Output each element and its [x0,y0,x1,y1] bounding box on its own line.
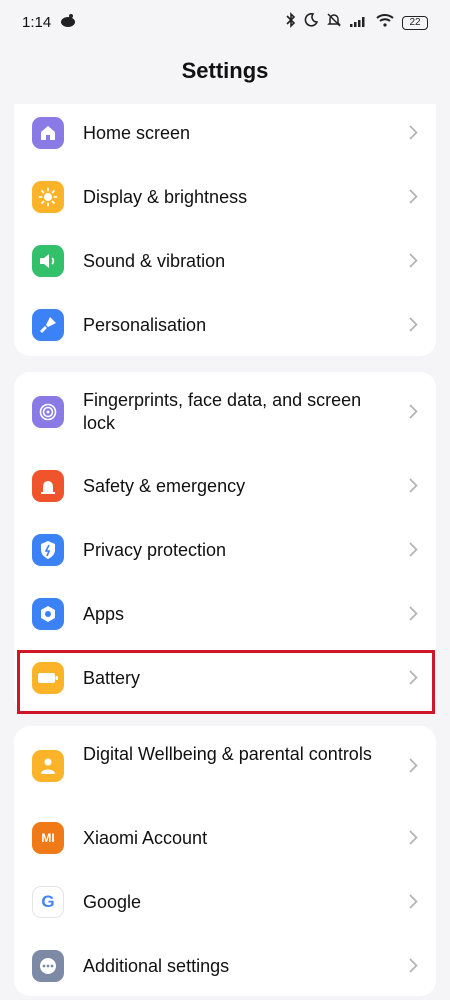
wifi-icon [376,13,394,32]
battery-level-indicator: 22 [402,15,428,30]
settings-item-safety-emergency[interactable]: Safety & emergency [14,470,436,502]
settings-item-label: Display & brightness [83,187,248,207]
chevron-right-icon [409,253,418,273]
chevron-right-icon [409,478,418,498]
status-time: 1:14 [22,14,52,31]
chevron-right-icon [409,830,418,850]
settings-item-fingerprints-face-lock[interactable]: Fingerprints, face data, and screen lock [14,390,436,433]
speaker-icon [32,245,64,277]
page-title: Settings [181,58,269,83]
moon-icon [304,13,319,32]
signal-icon [350,14,368,32]
bluetooth-icon [286,12,296,33]
settings-item-privacy-protection[interactable]: Privacy protection [14,534,436,566]
google-g-icon: G [32,886,64,918]
chevron-right-icon [409,125,418,145]
settings-item-apps[interactable]: Apps [14,598,436,630]
shield-icon [32,534,64,566]
settings-item-home-screen[interactable]: Home screen [14,117,436,149]
more-dots-icon [32,950,64,982]
settings-group-1: Home screen Display & brightness Sound &… [14,104,436,356]
brush-icon [32,309,64,341]
chevron-right-icon [409,189,418,209]
mi-logo-icon: MI [32,822,64,854]
settings-item-label: Safety & emergency [83,476,246,496]
settings-item-personalisation[interactable]: Personalisation [14,309,436,341]
home-icon [32,117,64,149]
settings-item-digital-wellbeing[interactable]: Digital Wellbeing & parental controls [14,744,436,782]
settings-item-label: Digital Wellbeing & parental controls [83,744,372,764]
settings-item-label: Home screen [83,123,191,143]
settings-group-3: Digital Wellbeing & parental controls MI… [14,726,436,996]
settings-item-additional-settings[interactable]: Additional settings [14,950,436,982]
settings-item-label: Apps [83,604,125,624]
settings-item-xiaomi-account[interactable]: MI Xiaomi Account [14,822,436,854]
google-g-text: G [41,892,55,911]
notification-icon [60,14,76,33]
apps-gear-icon [32,598,64,630]
settings-item-google[interactable]: G Google [14,886,436,918]
status-icons: 22 [286,12,428,33]
mi-logo-text: MI [41,831,55,845]
chevron-right-icon [409,606,418,626]
settings-item-label: Sound & vibration [83,251,226,271]
settings-item-label: Xiaomi Account [83,828,208,848]
chevron-right-icon [409,758,418,778]
silent-bell-icon [326,12,342,33]
settings-item-label: Fingerprints, face data, and screen lock [83,390,362,433]
settings-item-label: Additional settings [83,956,230,976]
battery-highlight-box [17,650,435,714]
settings-item-label: Google [83,892,142,912]
sun-icon [32,181,64,213]
person-icon [32,750,64,782]
chevron-right-icon [409,958,418,978]
settings-item-label: Personalisation [83,315,207,335]
siren-icon [32,470,64,502]
chevron-right-icon [409,542,418,562]
chevron-right-icon [409,894,418,914]
status-bar: 1:14 22 [0,0,450,40]
chevron-right-icon [409,404,418,424]
fingerprint-icon [32,396,64,428]
settings-item-label: Privacy protection [83,540,227,560]
chevron-right-icon [409,317,418,337]
settings-item-sound-vibration[interactable]: Sound & vibration [14,245,436,277]
settings-item-display-brightness[interactable]: Display & brightness [14,181,436,213]
